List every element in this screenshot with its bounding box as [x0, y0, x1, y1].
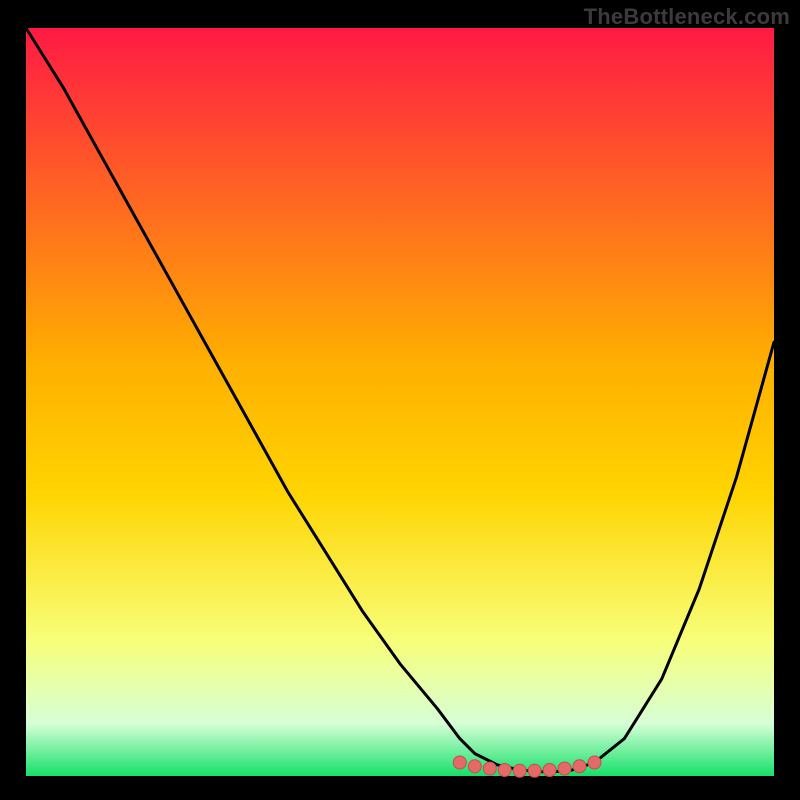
valley-dot	[468, 760, 481, 773]
chart-stage: { "watermark": "TheBottleneck.com", "col…	[0, 0, 800, 800]
valley-dot	[528, 764, 541, 777]
valley-dot	[483, 762, 496, 775]
chart-svg	[0, 0, 800, 800]
valley-dot	[498, 764, 511, 777]
valley-dot	[573, 760, 586, 773]
valley-dot	[543, 764, 556, 777]
valley-dot	[453, 756, 466, 769]
watermark-text: TheBottleneck.com	[584, 4, 790, 30]
valley-dot	[558, 762, 571, 775]
valley-dot	[588, 756, 601, 769]
valley-dot	[513, 764, 526, 777]
